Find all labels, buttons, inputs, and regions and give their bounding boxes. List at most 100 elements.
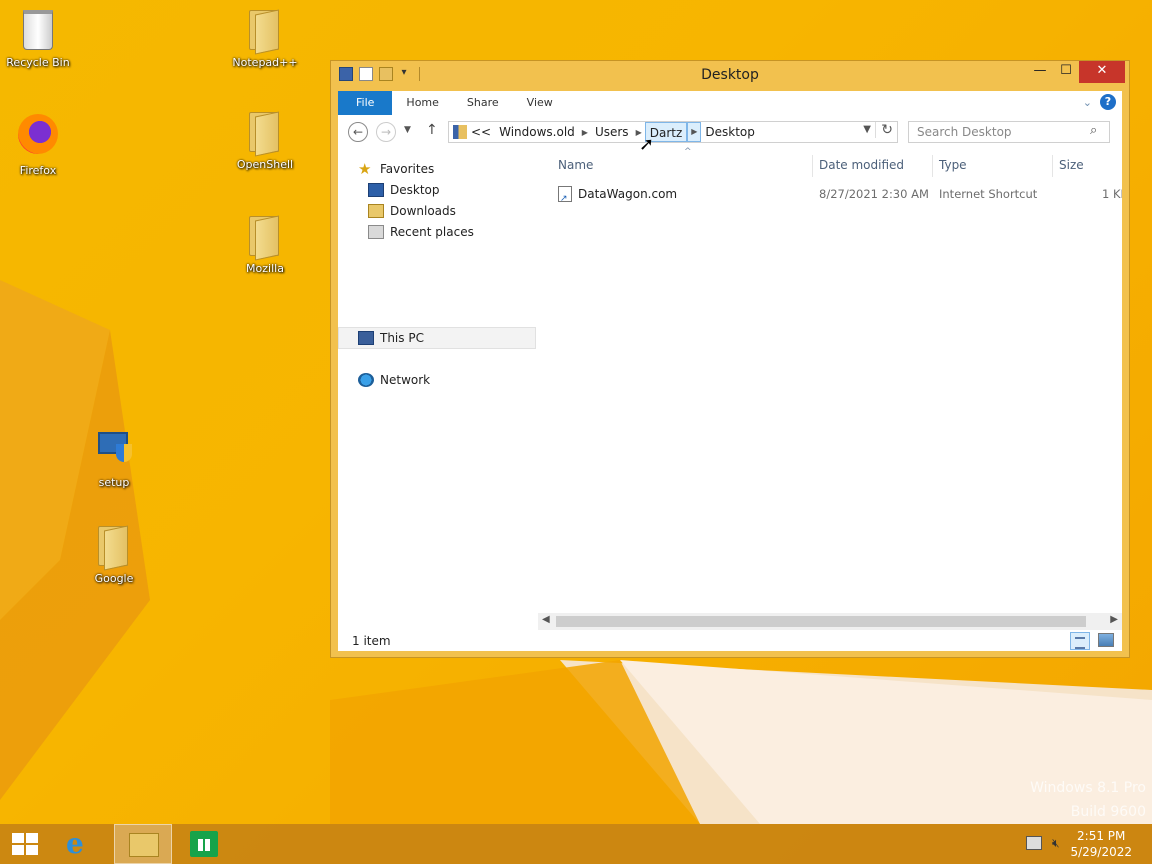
file-explorer-icon (129, 833, 159, 857)
horizontal-scrollbar[interactable]: ◀ ▶ (538, 613, 1122, 630)
desktop-icon-mozilla[interactable]: Mozilla (227, 212, 303, 275)
setup-icon (96, 426, 132, 462)
sort-ascending-icon: ^ (684, 147, 692, 157)
column-divider[interactable] (812, 155, 813, 177)
tab-view[interactable]: View (513, 91, 567, 115)
desktop-icon-google[interactable]: Google (76, 522, 152, 585)
item-count: 1 item (352, 634, 391, 648)
folder-icon (94, 522, 134, 571)
desktop-icon-label: setup (98, 476, 130, 489)
nav-item-downloads[interactable]: Downloads (368, 201, 456, 221)
up-button[interactable]: ↑ (426, 122, 438, 138)
taskbar: e 🔇︎ 2:51 PM 5/29/2022 (0, 824, 1152, 864)
forward-button[interactable]: → (376, 122, 396, 142)
computer-icon (358, 331, 374, 345)
network-status-icon[interactable] (1026, 836, 1042, 850)
refresh-icon[interactable]: ↻ (875, 122, 893, 138)
nav-item-desktop[interactable]: Desktop (368, 180, 440, 200)
recycle-bin-icon (23, 10, 53, 50)
desktop-icon-label: OpenShell (236, 158, 294, 171)
navigation-pane: ★ Favorites Desktop Downloads Recent pla… (338, 153, 538, 613)
title-bar[interactable]: ▾ Desktop — ☐ ✕ (331, 61, 1129, 91)
file-list: ^ Name Date modified Type Size DataWagon… (548, 147, 1122, 603)
nav-this-pc[interactable]: This PC (358, 328, 424, 348)
address-dropdown-chevron-icon[interactable]: ▼ (863, 124, 871, 135)
details-view-icon[interactable] (1070, 632, 1090, 650)
scrollbar-thumb[interactable] (556, 616, 1086, 627)
desktop-icon-label: Firefox (19, 164, 57, 177)
store-icon (190, 831, 218, 857)
file-type: Internet Shortcut (939, 187, 1038, 201)
taskbar-internet-explorer[interactable]: e (54, 824, 112, 864)
column-divider[interactable] (932, 155, 933, 177)
close-button[interactable]: ✕ (1079, 61, 1125, 83)
breadcrumb-chevron-icon[interactable]: ▶ (579, 128, 591, 137)
desktop-icon-label: Google (94, 572, 134, 585)
folder-icon (245, 6, 285, 55)
search-icon[interactable]: ⌕ (1090, 123, 1116, 138)
internet-explorer-icon: e (66, 827, 84, 860)
expand-ribbon-chevron-icon[interactable]: ⌄ (1083, 96, 1092, 109)
window-client: File Home Share View ⌄ ? ← → ▼ ↑ << Wind… (338, 91, 1122, 651)
nav-item-label: Desktop (390, 183, 440, 197)
windows-build-watermark: Build 9600 (1070, 804, 1146, 820)
navigation-row: ← → ▼ ↑ << Windows.old ▶ Users ▶ Dartz ▶… (338, 119, 1122, 147)
taskbar-file-explorer[interactable] (114, 824, 172, 864)
help-icon[interactable]: ? (1100, 94, 1116, 110)
ribbon-tabs: File Home Share View ⌄ ? (338, 91, 1122, 115)
desktop-icon-notepadpp[interactable]: Notepad++ (227, 6, 303, 69)
desktop-icon-label: Notepad++ (232, 56, 298, 69)
clock-date: 5/29/2022 (1070, 845, 1132, 859)
column-header-size[interactable]: Size (1059, 155, 1084, 175)
folder-icon (245, 212, 285, 261)
maximize-button[interactable]: ☐ (1053, 61, 1079, 83)
nav-favorites[interactable]: ★ Favorites (358, 159, 434, 179)
desktop-icon-label: Recycle Bin (6, 56, 70, 69)
windows-version-watermark: Windows 8.1 Pro (1030, 780, 1146, 796)
column-header-date-modified[interactable]: Date modified (819, 155, 904, 175)
desktop-icon-firefox[interactable]: Firefox (0, 112, 76, 177)
system-clock[interactable]: 2:51 PM 5/29/2022 (1070, 828, 1132, 860)
taskbar-store[interactable] (176, 824, 234, 864)
back-button[interactable]: ← (348, 122, 368, 142)
volume-muted-icon[interactable]: 🔇︎ (1052, 836, 1068, 850)
windows-logo-icon (12, 833, 38, 855)
scroll-right-arrow-icon[interactable]: ▶ (1110, 614, 1118, 625)
desktop-icon-recycle-bin[interactable]: Recycle Bin (0, 6, 76, 69)
breadcrumb-users[interactable]: Users (591, 122, 633, 142)
nav-item-recent-places[interactable]: Recent places (368, 222, 474, 242)
recent-places-icon (368, 225, 384, 239)
column-divider[interactable] (1052, 155, 1053, 177)
nav-network[interactable]: Network (358, 370, 430, 390)
start-button[interactable] (0, 824, 58, 864)
desktop-icon-setup[interactable]: setup (76, 420, 152, 489)
nav-this-pc-label: This PC (380, 331, 424, 345)
window-title: Desktop (701, 67, 759, 83)
recent-locations-chevron-icon[interactable]: ▼ (404, 125, 411, 135)
file-row[interactable]: DataWagon.com 8/27/2021 2:30 AM Internet… (548, 183, 1122, 210)
desktop-icon-openshell[interactable]: OpenShell (227, 108, 303, 171)
scroll-left-arrow-icon[interactable]: ◀ (542, 614, 550, 625)
column-header-type[interactable]: Type (939, 155, 967, 175)
large-icons-view-icon[interactable] (1098, 633, 1114, 647)
minimize-button[interactable]: — (1027, 61, 1053, 83)
breadcrumb-overflow[interactable]: << (467, 122, 495, 142)
explorer-window: ▾ Desktop — ☐ ✕ File Home Share View ⌄ ?… (330, 60, 1130, 658)
desktop-icon (368, 183, 384, 197)
breadcrumb-chevron-icon[interactable]: ▶ (687, 122, 702, 142)
tab-home[interactable]: Home (392, 91, 452, 115)
column-header-name[interactable]: Name (558, 155, 593, 175)
nav-item-label: Recent places (390, 225, 474, 239)
search-input[interactable]: Search Desktop (908, 121, 1110, 143)
clock-time: 2:51 PM (1077, 829, 1126, 843)
breadcrumb-desktop[interactable]: Desktop (701, 122, 759, 142)
location-icon (453, 125, 467, 139)
file-date-modified: 8/27/2021 2:30 AM (819, 187, 929, 201)
nav-favorites-label: Favorites (380, 162, 435, 176)
tab-share[interactable]: Share (453, 91, 513, 115)
nav-item-label: Downloads (390, 204, 456, 218)
tab-file[interactable]: File (338, 91, 393, 115)
breadcrumb-windows-old[interactable]: Windows.old (495, 122, 579, 142)
address-bar[interactable]: << Windows.old ▶ Users ▶ Dartz ▶ Desktop… (448, 121, 898, 143)
star-icon: ★ (358, 160, 372, 178)
